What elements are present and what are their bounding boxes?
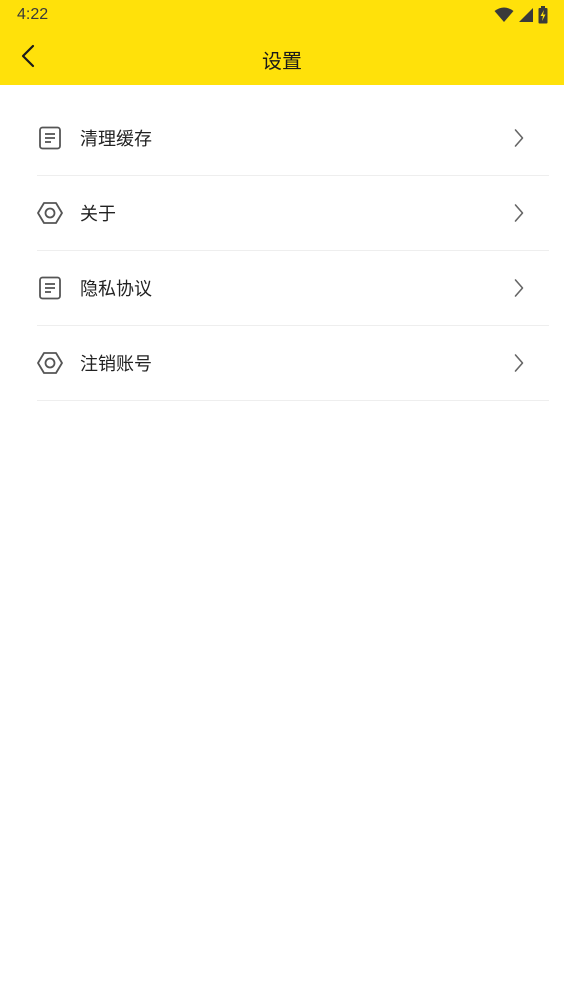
hexagon-nut-icon — [37, 200, 63, 226]
menu-item-privacy-policy[interactable]: 隐私协议 — [37, 251, 549, 326]
chevron-right-icon — [511, 352, 527, 374]
status-bar: 4:22 — [0, 0, 564, 32]
menu-item-about[interactable]: 关于 — [37, 176, 549, 251]
status-icons — [494, 6, 548, 24]
signal-icon — [518, 7, 534, 23]
chevron-right-icon — [511, 277, 527, 299]
status-time: 4:22 — [17, 6, 49, 23]
menu-item-clear-cache[interactable]: 清理缓存 — [37, 101, 549, 176]
menu-item-delete-account[interactable]: 注销账号 — [37, 326, 549, 401]
chevron-right-icon — [511, 127, 527, 149]
wifi-icon — [494, 7, 514, 23]
battery-charging-icon — [538, 6, 548, 24]
document-icon — [37, 125, 63, 151]
toolbar: 设置 — [0, 32, 564, 85]
menu-item-label: 注销账号 — [80, 354, 152, 375]
document-icon — [37, 275, 63, 301]
settings-menu: 清理缓存 关于 隐私协议 注销账号 — [37, 101, 549, 401]
menu-item-label: 清理缓存 — [80, 129, 152, 150]
menu-item-label: 关于 — [80, 204, 116, 225]
page-title: 设置 — [262, 49, 302, 73]
hexagon-nut-icon — [37, 350, 63, 376]
app-header: 4:22 设置 — [0, 0, 564, 85]
menu-item-label: 隐私协议 — [80, 279, 152, 300]
chevron-right-icon — [511, 202, 527, 224]
